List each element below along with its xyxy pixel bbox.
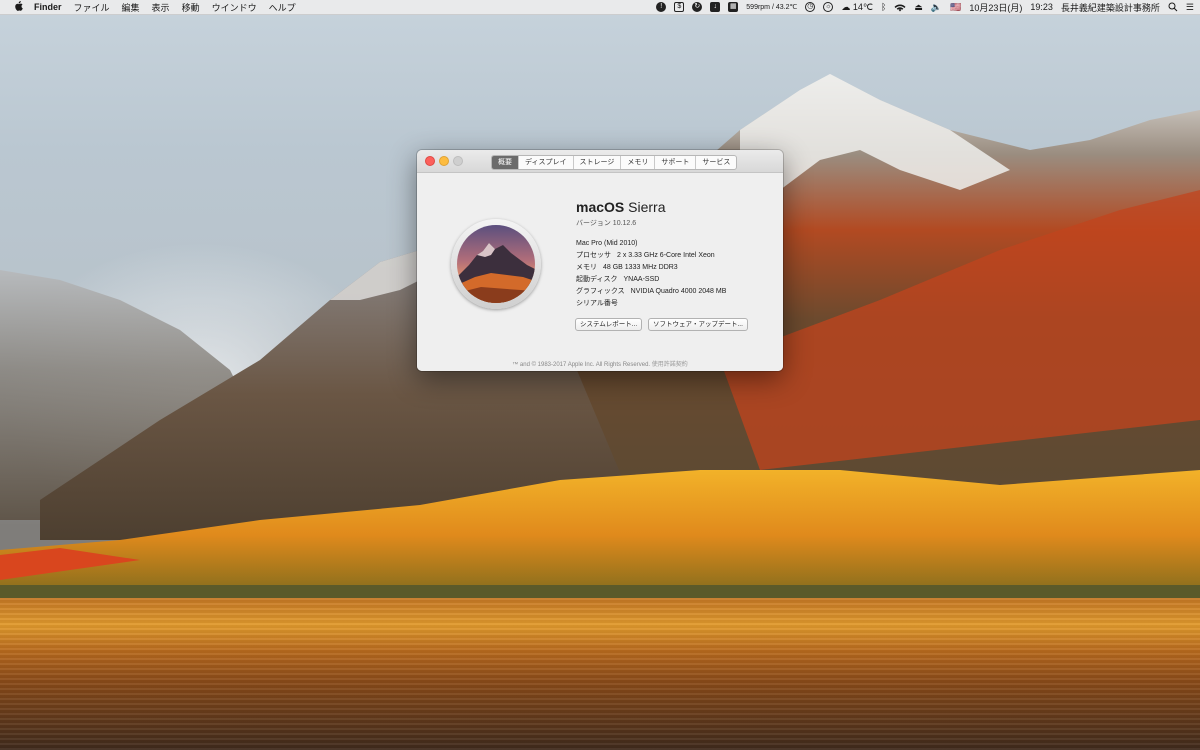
overview-panel: macOS Sierra バージョン 10.12.6 Mac Pro (Mid … [417,173,783,371]
status-time[interactable]: 19:23 [1030,2,1053,12]
menu-view[interactable]: 表示 [152,1,170,14]
os-name-light: Sierra [628,199,666,215]
spec-value: NVIDIA Quadro 4000 2048 MB [630,288,727,295]
menu-help[interactable]: ヘルプ [269,1,296,14]
network-icon: ▦ [728,2,739,12]
status-eject-icon[interactable]: ⏏ [914,2,923,13]
status-timer-icon[interactable]: ◷ [805,2,816,12]
status-user[interactable]: 長井義紀建築設計事務所 [1061,1,1160,14]
status-sun-icon[interactable]: ☼ [823,2,834,12]
tab-bar: 概要 ディスプレイ ストレージ メモリ サポート サービス [491,155,738,170]
menu-finder[interactable]: Finder [34,2,62,12]
tab-overview[interactable]: 概要 [492,156,518,169]
macos-sierra-icon [451,219,541,309]
spec-serial-number: シリアル番号 [576,298,726,310]
status-weather[interactable]: ☁ 14℃ [841,2,873,13]
spec-memory: メモリ 48 GB 1333 MHz DDR3 [576,262,726,274]
spec-value: YNAA-SSD [623,276,660,283]
status-bluetooth-icon[interactable]: ᛒ [881,2,886,12]
sync-icon: ↻ [692,2,703,12]
status-info-icon[interactable]: ! [656,2,667,12]
weather-temp: 14℃ [852,1,873,12]
spec-value: 2 x 3.33 GHz 6-Core Intel Xeon [617,252,715,259]
about-this-mac-window: 概要 ディスプレイ ストレージ メモリ サポート サービス macOS Sier… [417,150,783,371]
status-dollar-icon[interactable]: $ [674,2,685,12]
status-input-flag[interactable]: 🇺🇸 [950,2,961,13]
zoom-button [453,156,463,166]
dollar-icon: $ [674,2,685,12]
info-icon: ! [656,2,667,12]
tab-memory[interactable]: メモリ [620,156,654,169]
spec-label: 起動ディスク [576,276,618,283]
menu-bar: Finder ファイル 編集 表示 移動 ウインドウ ヘルプ ! $ ↻ ↓ ▦… [0,0,1200,15]
spec-graphics: グラフィックス NVIDIA Quadro 4000 2048 MB [576,286,726,298]
menu-edit[interactable]: 編集 [122,1,140,14]
status-download-icon[interactable]: ↓ [710,2,721,12]
os-version: バージョン 10.12.6 [576,220,637,227]
spec-value: 48 GB 1333 MHz DDR3 [603,264,678,271]
copyright-footer: ™ and © 1983-2017 Apple Inc. All Rights … [417,359,783,368]
status-wifi-icon[interactable] [894,3,906,12]
close-button[interactable] [425,156,435,166]
menu-file[interactable]: ファイル [74,1,110,14]
window-titlebar[interactable]: 概要 ディスプレイ ストレージ メモリ サポート サービス [417,150,783,173]
status-date[interactable]: 10月23日(月) [969,1,1022,14]
notification-center-icon[interactable]: ☰ [1186,2,1194,13]
spec-processor: プロセッサ 2 x 3.33 GHz 6-Core Intel Xeon [576,250,726,262]
spec-label: プロセッサ [576,252,611,259]
sun-icon: ☼ [823,2,834,12]
spec-label: シリアル番号 [576,300,618,307]
os-name-bold: macOS [576,199,625,215]
download-icon: ↓ [710,2,721,12]
status-volume-icon[interactable]: 🔈 [931,2,942,13]
model-name: Mac Pro (Mid 2010) [576,240,638,247]
spec-label: メモリ [576,264,597,271]
copyright-text: ™ and © 1983-2017 Apple Inc. All Rights … [512,362,651,368]
weather-icon: ☁ [841,1,851,12]
spec-startup-disk: 起動ディスク YNAA-SSD [576,274,726,286]
minimize-button[interactable] [439,156,449,166]
spotlight-search-icon[interactable] [1168,2,1178,12]
tab-storage[interactable]: ストレージ [572,156,621,169]
apple-menu-icon[interactable] [10,0,26,14]
menu-window[interactable]: ウインドウ [212,1,257,14]
wallpaper-lake-reflection [0,598,1200,750]
spec-label: グラフィックス [576,288,625,295]
status-sync-icon[interactable]: ↻ [692,2,703,12]
tab-service[interactable]: サービス [695,156,736,169]
menu-go[interactable]: 移動 [182,1,200,14]
license-agreement-link[interactable]: 使用許諾契約 [652,362,688,368]
status-fan-temp[interactable]: 599rpm / 43.2℃ [746,3,797,11]
status-network-icon[interactable]: ▦ [728,2,739,12]
software-update-button[interactable]: ソフトウェア・アップデート... [648,318,748,331]
system-info: macOS Sierra バージョン 10.12.6 Mac Pro (Mid … [576,199,726,310]
desktop-wallpaper [0,0,1200,750]
timer-icon: ◷ [805,2,816,12]
tab-displays[interactable]: ディスプレイ [518,156,573,169]
os-name: macOS Sierra [576,199,726,215]
system-report-button[interactable]: システムレポート... [575,318,643,331]
tab-support[interactable]: サポート [654,156,695,169]
